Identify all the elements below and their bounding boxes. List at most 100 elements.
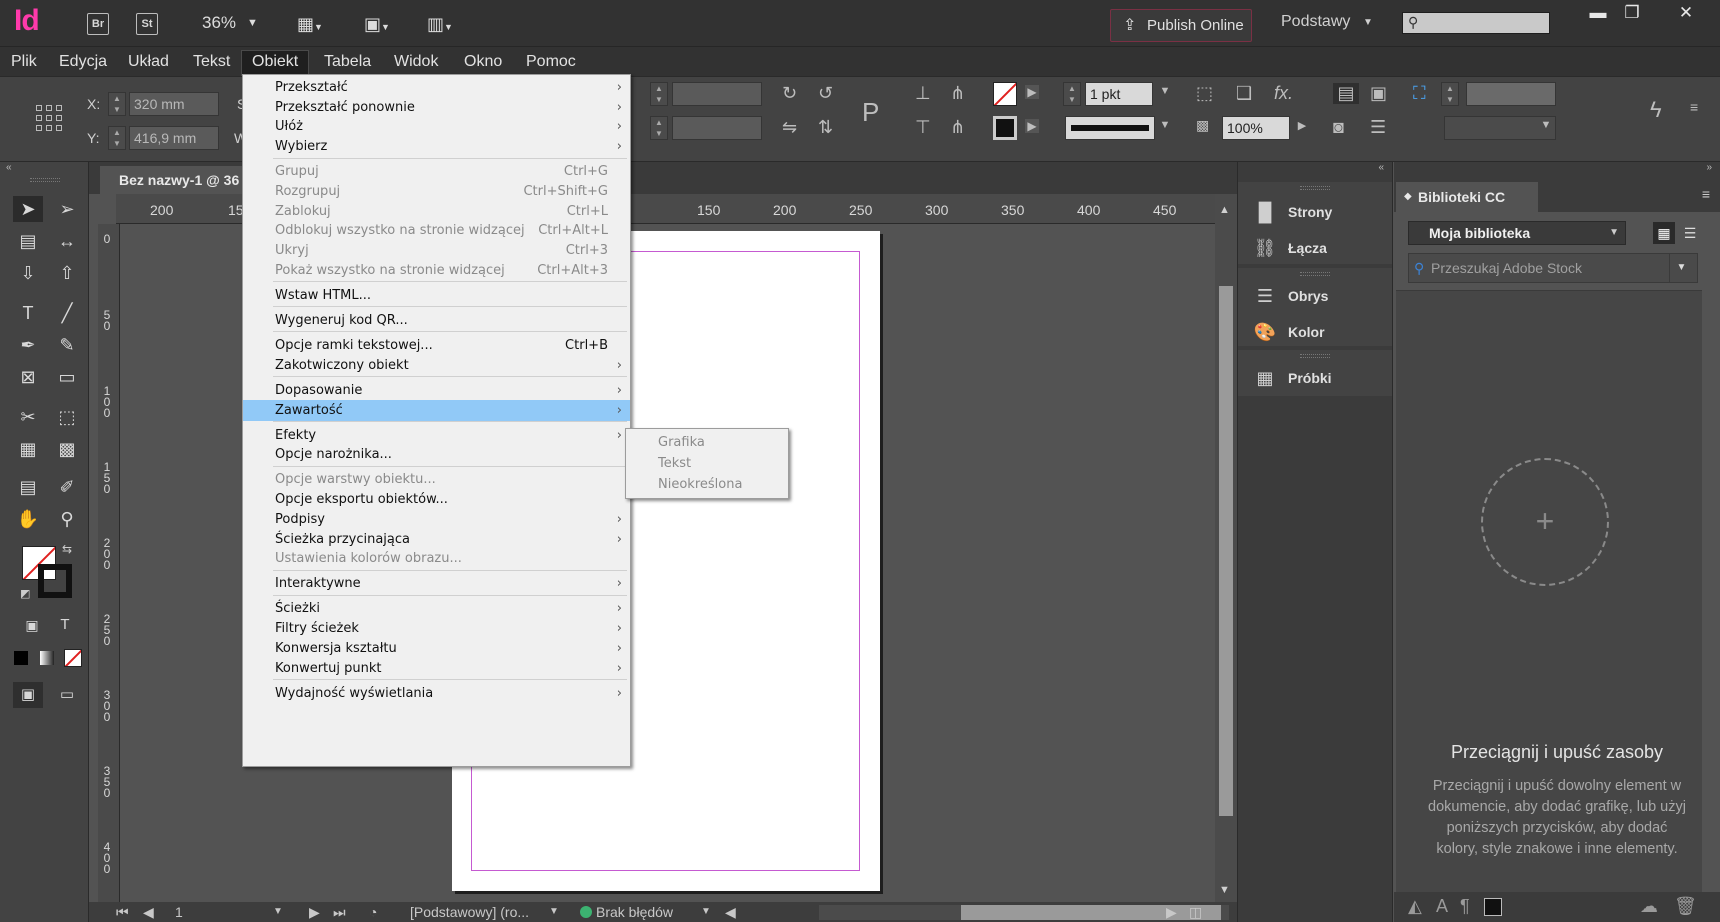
- chevron-down-icon[interactable]: ▼: [1155, 85, 1175, 97]
- menu-item-wygeneruj-kod-qr[interactable]: Wygeneruj kod QR...: [243, 310, 630, 331]
- chevron-down-icon[interactable]: ▼: [1363, 17, 1373, 28]
- dock-item-color[interactable]: 🎨 Kolor: [1238, 314, 1392, 350]
- menu-item-interaktywne[interactable]: Interaktywne ›: [243, 573, 630, 594]
- panel-grip[interactable]: [30, 178, 60, 182]
- menu-item-konwertuj-punkt[interactable]: Konwertuj punkt ›: [243, 658, 630, 679]
- menu-item-filtry-sciezek[interactable]: Filtry ścieżek ›: [243, 618, 630, 639]
- scissors-tool-icon[interactable]: ✂: [13, 404, 43, 430]
- chevron-down-icon[interactable]: ▼: [273, 906, 283, 917]
- scroll-thumb[interactable]: [1219, 286, 1233, 816]
- add-asset-dropzone[interactable]: +: [1481, 458, 1609, 586]
- fill-swatch-none-icon[interactable]: [993, 82, 1017, 106]
- stroke-color-icon[interactable]: [38, 564, 72, 598]
- apply-gradient-icon[interactable]: [40, 651, 54, 665]
- rotate-cw-icon[interactable]: ↻: [782, 83, 797, 104]
- apply-color-icon[interactable]: [14, 651, 28, 665]
- scale-x-stepper[interactable]: ▲ ▼: [650, 82, 668, 106]
- select-content-icon[interactable]: ⊤: [915, 117, 931, 138]
- text-wrap-shape-icon[interactable]: ◙: [1333, 117, 1344, 138]
- pen-tool-icon[interactable]: ✒: [13, 332, 43, 358]
- select-previous-icon[interactable]: ⋔: [950, 83, 965, 104]
- rectangle-tool-icon[interactable]: ▭: [52, 364, 82, 390]
- open-document-icon[interactable]: ◔: [369, 904, 377, 920]
- scroll-left-icon[interactable]: ◀: [725, 904, 736, 921]
- grid-view-icon[interactable]: ▦: [1653, 222, 1675, 244]
- swap-colors-icon[interactable]: ⇆: [62, 542, 72, 556]
- split-window-icon[interactable]: ◫: [1189, 904, 1202, 921]
- vertical-scrollbar[interactable]: ▲ ▼: [1215, 194, 1237, 902]
- selection-tool-icon[interactable]: ➤: [13, 196, 43, 222]
- formatting-text-icon[interactable]: T: [50, 612, 80, 638]
- zoom-tool-icon[interactable]: ⚲: [52, 506, 82, 532]
- note-tool-icon[interactable]: ▤: [13, 474, 43, 500]
- quick-apply-icon[interactable]: ϟ: [1650, 97, 1662, 123]
- menu-plik[interactable]: Plik: [1, 51, 47, 76]
- restore-button[interactable]: ❐: [1610, 0, 1654, 26]
- normal-view-mode-icon[interactable]: ▣: [13, 682, 43, 708]
- add-paragraph-style-icon[interactable]: ¶: [1460, 896, 1470, 917]
- menu-item-podpisy[interactable]: Podpisy ›: [243, 509, 630, 530]
- y-position-field[interactable]: 416,9 mm: [129, 126, 219, 150]
- panel-grip[interactable]: [1300, 272, 1330, 276]
- screen-mode-icon[interactable]: ▣▼: [364, 12, 408, 36]
- panel-grip[interactable]: [1300, 186, 1330, 190]
- content-placer-icon[interactable]: ⇧: [52, 260, 82, 286]
- scroll-thumb[interactable]: [961, 905, 1221, 920]
- add-character-style-icon[interactable]: A: [1436, 896, 1448, 917]
- rectangle-frame-tool-icon[interactable]: ⊠: [13, 364, 43, 390]
- last-page-icon[interactable]: ⏭: [333, 904, 346, 921]
- page-number-field[interactable]: 1: [175, 904, 183, 920]
- bridge-button[interactable]: Br: [87, 13, 109, 35]
- text-wrap-bbox-icon[interactable]: ▣: [1370, 83, 1387, 104]
- tab-cc-libraries[interactable]: ◆ Biblioteki CC: [1396, 182, 1538, 212]
- previous-page-icon[interactable]: ◀: [143, 904, 154, 921]
- zoom-level[interactable]: 36%: [202, 13, 236, 33]
- hand-tool-icon[interactable]: ✋: [13, 506, 43, 532]
- collapse-panel-icon[interactable]: «: [1378, 162, 1384, 173]
- scroll-down-icon[interactable]: ▼: [1219, 884, 1230, 896]
- trash-icon[interactable]: 🗑: [1674, 896, 1697, 917]
- corner-size-field[interactable]: [1466, 82, 1556, 106]
- menu-item-sciezka-przycinajaca[interactable]: Ścieżka przycinająca ›: [243, 529, 630, 550]
- menu-item-przeksztalc[interactable]: Przekształć ›: [243, 77, 630, 98]
- preflight-status[interactable]: Brak błędów: [580, 904, 673, 920]
- reference-point-icon[interactable]: [36, 105, 62, 131]
- x-stepper[interactable]: ▲ ▼: [108, 92, 126, 116]
- chevron-down-icon[interactable]: ▼: [1155, 119, 1175, 131]
- menu-item-konwersja-ksztaltu[interactable]: Konwersja kształtu ›: [243, 638, 630, 659]
- menu-item-opcje-ramki-tekstowej[interactable]: Opcje ramki tekstowej... Ctrl+B: [243, 335, 630, 356]
- chevron-down-icon[interactable]: ▼: [701, 906, 711, 917]
- close-button[interactable]: ✕: [1664, 0, 1708, 26]
- workspace-switcher[interactable]: Podstawy: [1281, 13, 1350, 31]
- stock-button[interactable]: St: [136, 13, 158, 35]
- help-search-input[interactable]: ⚲: [1402, 12, 1550, 34]
- menu-pomoc[interactable]: Pomoc: [516, 51, 586, 76]
- menu-okno[interactable]: Okno: [454, 51, 512, 76]
- x-position-field[interactable]: 320 mm: [129, 92, 219, 116]
- y-stepper[interactable]: ▲ ▼: [108, 126, 126, 150]
- flip-horizontal-icon[interactable]: ⇋: [782, 117, 797, 138]
- menu-obiekt[interactable]: Obiekt: [240, 50, 310, 77]
- panel-menu-icon[interactable]: ≡: [1690, 99, 1698, 115]
- page-tool-icon[interactable]: ▤: [13, 228, 43, 254]
- scale-y-stepper[interactable]: ▲ ▼: [650, 116, 668, 140]
- frame-fitting-icon[interactable]: ⬚: [1196, 83, 1213, 104]
- flip-vertical-icon[interactable]: ⇅: [818, 117, 833, 138]
- auto-fit-icon[interactable]: ⛶: [1413, 83, 1426, 104]
- menu-item-sciezki[interactable]: Ścieżki ›: [243, 598, 630, 619]
- rotate-ccw-icon[interactable]: ↺: [818, 83, 833, 104]
- menu-item-wydajnosc-wyswietlania[interactable]: Wydajność wyświetlania ›: [243, 683, 630, 704]
- list-view-icon[interactable]: ☰: [1679, 222, 1701, 244]
- expand-panel-icon[interactable]: »: [1706, 162, 1712, 173]
- menu-item-uloz[interactable]: Ułóż ›: [243, 116, 630, 137]
- menu-widok[interactable]: Widok: [384, 51, 448, 76]
- sync-icon[interactable]: ☁: [1640, 896, 1658, 917]
- line-tool-icon[interactable]: ╱: [52, 300, 82, 326]
- dock-item-pages[interactable]: ▐▌ Strony: [1238, 194, 1392, 230]
- preview-mode-icon[interactable]: ▭: [52, 682, 82, 708]
- fill-menu-arrow-icon[interactable]: ▶: [1025, 85, 1039, 99]
- default-colors-icon[interactable]: ◩: [20, 587, 30, 600]
- chevron-down-icon[interactable]: ▼: [247, 17, 258, 29]
- menu-item-wstaw-html[interactable]: Wstaw HTML...: [243, 285, 630, 306]
- chevron-down-icon[interactable]: ▼: [1669, 254, 1693, 282]
